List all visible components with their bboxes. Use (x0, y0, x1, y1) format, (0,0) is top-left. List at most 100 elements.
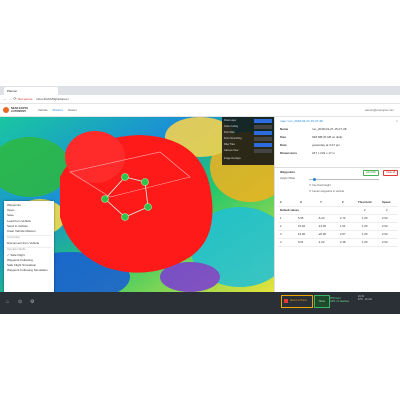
waypoints-panel: Waypoints Add Path Clear all Height Offs… (275, 168, 400, 292)
brand-logo: NEAR EARTH AUTONOMY (3, 106, 33, 114)
layer-row-overlays[interactable]: Image Overlays (224, 157, 241, 160)
nav-arrows-icon[interactable]: ← → ⟳ (3, 97, 17, 101)
cell: 3 (280, 232, 282, 236)
cell: 5.95 (298, 216, 304, 220)
col-index: # (280, 200, 282, 204)
height-offset-knob[interactable] (313, 178, 316, 181)
menu-mode-safe-flight-sim[interactable]: Safe Flight Simulation (7, 263, 36, 267)
menu-title: Waypoints (7, 203, 21, 207)
layer-row-filter: Filter Tiles (224, 143, 235, 146)
status-bar: ⌂ ⊙ ⚙ Return to Home Hover RTK fixed GPS… (0, 292, 400, 314)
file-info-panel: map / run_2018-03-27-15-07-38 × Name run_… (275, 117, 400, 168)
address-bar[interactable]: ← → ⟳ Not secure robot.3DAS/flightplanne… (0, 95, 400, 104)
cell: 19.90 (298, 232, 305, 236)
menu-mode-waypoint-following[interactable]: Waypoint Following (7, 258, 33, 262)
cell: 1.00 (362, 216, 368, 220)
pin-icon[interactable]: ⊙ (18, 299, 22, 305)
table-row[interactable]: 1 5.95 -5.20 2.74 1.00 2.00 (278, 215, 398, 223)
col-z: Z (342, 200, 344, 204)
layer-row-size-control[interactable] (254, 131, 272, 135)
layer-row-camera-control[interactable] (254, 149, 272, 153)
waypoint-marker-5[interactable] (121, 213, 129, 221)
menu-section-mode: Operation Mode (7, 248, 26, 251)
layer-row-color: Color Coding (224, 125, 238, 128)
waypoint-marker-4[interactable] (144, 203, 152, 211)
waypoints-title: Waypoints (280, 170, 296, 174)
menu-disconnect[interactable]: Disconnect from Vehicle (7, 241, 39, 245)
cell: 15.92 (298, 224, 305, 228)
side-panel: map / run_2018-03-27-15-07-38 × Name run_… (274, 117, 400, 292)
fixed-height-label: Use fixed height (312, 184, 331, 187)
menu-mode-waypoint-sim[interactable]: Waypoint Following Simulation (7, 268, 48, 272)
cell: 1 (280, 216, 282, 220)
return-home-label: Return to Home (290, 299, 307, 302)
add-path-button[interactable]: Add Path (363, 170, 379, 176)
layer-row-smooth-control[interactable] (254, 137, 272, 141)
cell: 2 (280, 224, 282, 228)
cell: 2.00 (382, 224, 388, 228)
tab-bar: Planner (0, 86, 400, 95)
cell: 2.00 (382, 240, 388, 244)
cell: 2.00 (382, 232, 388, 236)
clear-all-button[interactable]: Clear all (383, 170, 398, 176)
default-speed[interactable]: 2 (386, 208, 388, 212)
security-warning: Not secure (18, 97, 33, 101)
height-offset-slider[interactable] (309, 179, 379, 180)
table-header: # X Y Z Threshold Speed (278, 199, 398, 207)
menu-mode-safe-flight-label: Safe Flight (10, 253, 25, 257)
brand-line2: AUTONOMY (11, 110, 27, 113)
connection-sub: GPS: 21 satellites (330, 300, 350, 303)
waypoint-marker-2[interactable] (121, 173, 129, 181)
default-values-label: Default values (280, 208, 299, 212)
file-info-title[interactable]: map / run_2018-03-27-15-07-38 (280, 119, 323, 123)
layer-row-filter-control[interactable] (254, 143, 272, 147)
tab-planner[interactable]: Planner (4, 87, 58, 95)
table-row[interactable]: 4 9.61 -1.62 2.38 1.00 2.00 (278, 239, 398, 247)
menu-open[interactable]: Open... (7, 208, 17, 212)
layer-row-color-control[interactable] (254, 125, 272, 129)
file-info-row: Dimensions 247 x 243 x 17 m (280, 151, 336, 155)
default-threshold[interactable]: 2 (364, 208, 366, 212)
menu-mode-safe-flight[interactable]: ✓ Safe Flight (7, 253, 25, 257)
col-threshold: Threshold (358, 200, 372, 204)
waypoint-marker-3[interactable] (141, 178, 149, 186)
cell: 2.57 (340, 232, 346, 236)
cell: -1.62 (318, 240, 325, 244)
menu-load-from-vehicle[interactable]: Load from Vehicle (7, 219, 31, 223)
menu-send-to-vehicle[interactable]: Send to Vehicle (7, 224, 28, 228)
table-row: Default values 2 2 (278, 207, 398, 215)
nav-vehicle[interactable]: Vehicle (38, 108, 48, 112)
home-icon[interactable]: ⌂ (6, 299, 9, 305)
layer-row-smooth: Point Smoothing (224, 137, 242, 140)
center-waypoints-checkbox[interactable]: ☐ Center waypoints to vertical (309, 190, 344, 194)
menu-clear-mission[interactable]: Clear Vehicle Mission (7, 229, 36, 233)
logo-mark-icon (3, 107, 9, 113)
menu-save[interactable]: Save (7, 213, 14, 217)
nav-planner[interactable]: Planner (53, 108, 63, 112)
menu-section-connection: Connection (7, 236, 21, 239)
table-row[interactable]: 3 19.90 -26.00 2.57 1.00 2.00 (278, 231, 398, 239)
layer-controls-panel: Draw Layer Color Coding Point Size Point… (222, 117, 274, 165)
alert-icon (284, 299, 288, 303)
cell: 2.38 (340, 240, 346, 244)
file-info-row: Size 928 MB (8 GB on disk) (280, 135, 343, 139)
close-icon[interactable]: × (396, 119, 398, 123)
col-speed: Speed (382, 200, 391, 204)
cell: 1.51 (340, 224, 346, 228)
layer-row-camera: Camera View (224, 149, 239, 152)
nav-viewer[interactable]: Viewer (68, 108, 77, 112)
fixed-height-checkbox[interactable]: ☐ Use fixed height (309, 184, 331, 188)
settings-icon[interactable]: ⚙ (30, 299, 34, 305)
flight-mode-badge[interactable]: Hover (314, 295, 330, 308)
layer-row-draw: Draw Layer (224, 119, 237, 122)
cell: -5.20 (318, 216, 325, 220)
return-home-button[interactable]: Return to Home (281, 295, 313, 308)
waypoint-marker-1[interactable] (101, 195, 109, 203)
layer-row-size: Point Size (224, 131, 235, 134)
cell: 4 (280, 240, 282, 244)
layer-row-draw-control[interactable] (254, 119, 272, 123)
browser-window: Planner ← → ⟳ Not secure robot.3DAS/flig… (0, 86, 400, 314)
url-text[interactable]: robot.3DAS/flightplanner (36, 97, 69, 101)
table-row[interactable]: 2 15.92 -14.45 1.51 1.00 2.00 (278, 223, 398, 231)
user-menu[interactable]: admin@example.com (365, 108, 394, 112)
